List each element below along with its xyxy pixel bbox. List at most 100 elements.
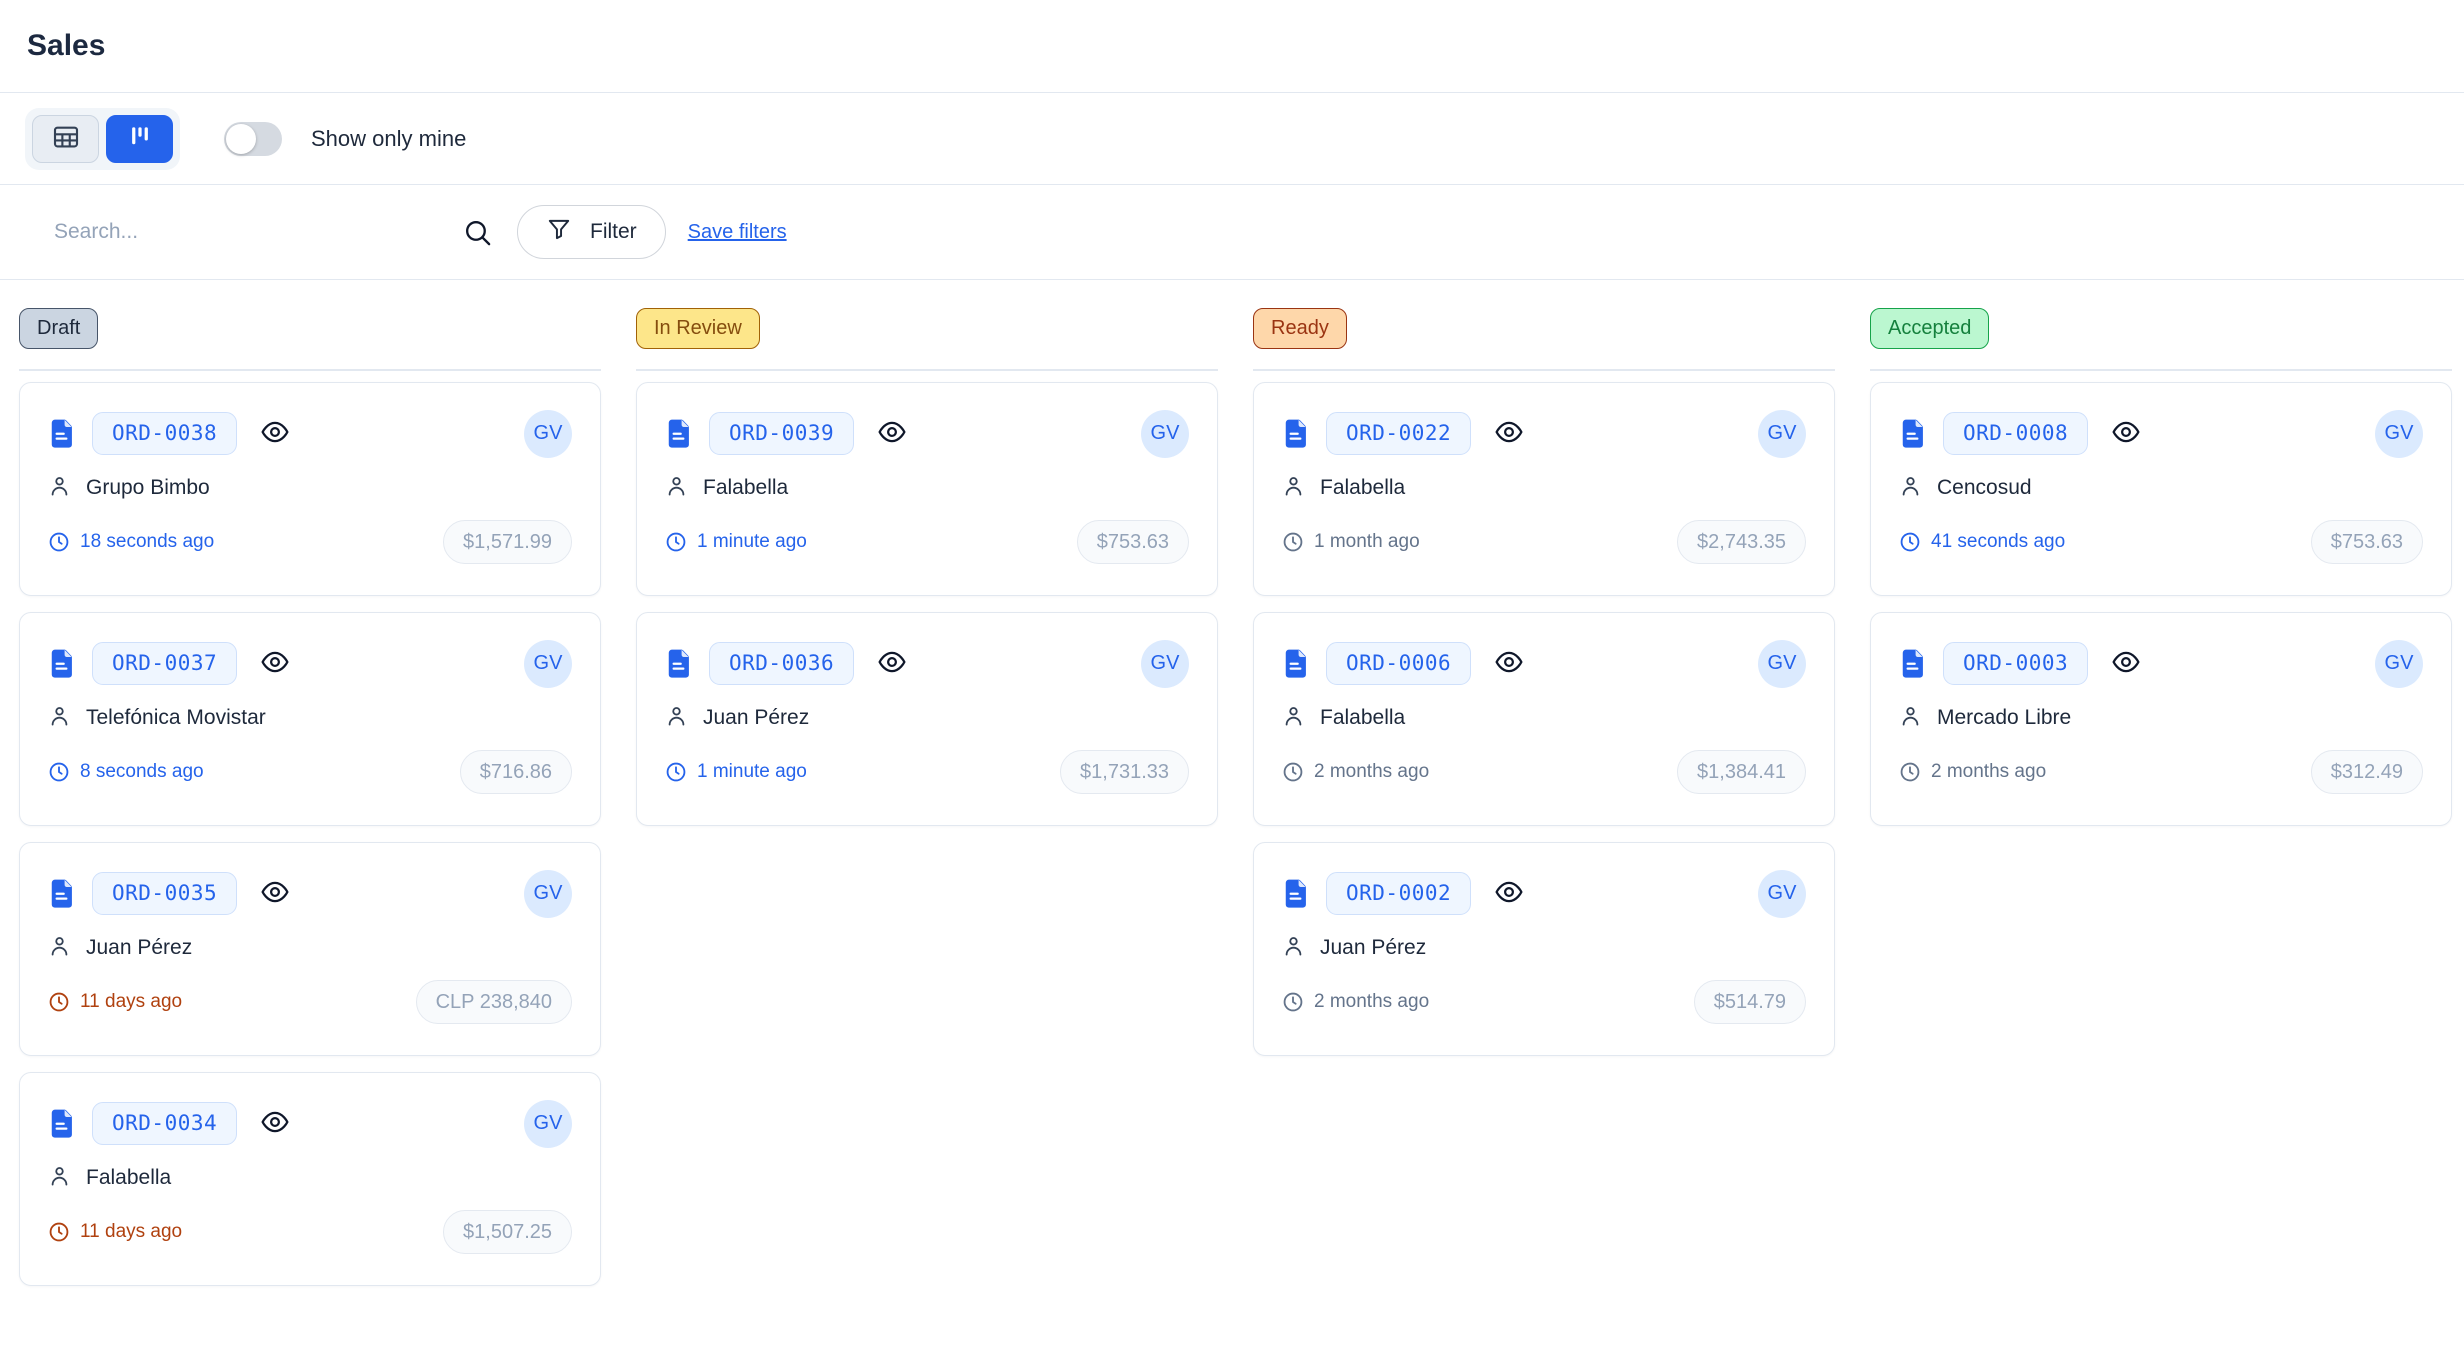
document-icon <box>1282 878 1309 909</box>
column-cards: ORD-0038GVGrupo Bimbo18 seconds ago$1,57… <box>19 382 601 1286</box>
assignee-avatar: GV <box>524 640 572 688</box>
view-toolbar: Show only mine <box>0 93 2464 185</box>
order-id-badge[interactable]: ORD-0038 <box>92 412 237 455</box>
funnel-icon <box>546 216 572 248</box>
preview-eye-button[interactable] <box>260 417 290 450</box>
search-input[interactable] <box>52 219 452 245</box>
customer-name: Falabella <box>703 476 788 500</box>
customer-name: Telefónica Movistar <box>86 706 266 730</box>
show-only-mine-toggle[interactable] <box>224 122 282 156</box>
kanban-board: DraftORD-0038GVGrupo Bimbo18 seconds ago… <box>0 280 2464 1286</box>
eye-icon <box>1494 877 1524 910</box>
order-card[interactable]: ORD-0022GVFalabella1 month ago$2,743.35 <box>1253 382 1835 596</box>
save-filters-link[interactable]: Save filters <box>688 221 787 244</box>
customer-row: Falabella <box>1282 704 1806 733</box>
order-card-header: ORD-0036GV <box>665 640 1189 688</box>
clock-icon <box>1282 991 1304 1013</box>
order-id-badge[interactable]: ORD-0006 <box>1326 642 1471 685</box>
order-card[interactable]: ORD-0036GVJuan Pérez1 minute ago$1,731.3… <box>636 612 1218 826</box>
customer-name: Juan Pérez <box>86 936 192 960</box>
preview-eye-button[interactable] <box>2111 647 2141 680</box>
time-ago-text: 2 months ago <box>1314 991 1429 1013</box>
order-id-badge[interactable]: ORD-0008 <box>1943 412 2088 455</box>
assignee-avatar: GV <box>2375 640 2423 688</box>
order-card[interactable]: ORD-0002GV Juan Pérez 2 months ago $514.79 <box>1253 842 1835 1056</box>
customer-name: Grupo Bimbo <box>86 476 210 500</box>
order-id-badge[interactable]: ORD-0034 <box>92 1102 237 1145</box>
order-card[interactable]: ORD-0037 GV Telefónica Movistar 8 seconds a… <box>19 612 601 826</box>
order-card[interactable]: ORD-0034GVFalabella11 days ago$1,507.25 <box>19 1072 601 1286</box>
amount-badge: $514.79 <box>1694 980 1806 1024</box>
customer-name: Falabella <box>1320 476 1405 500</box>
time-ago: 8 seconds ago <box>48 761 204 783</box>
preview-eye-button[interactable] <box>260 877 290 910</box>
page-header: Sales <box>0 0 2464 93</box>
person-icon <box>1899 704 1922 733</box>
table-icon <box>51 122 81 155</box>
order-card-header: ORD-0022GV <box>1282 410 1806 458</box>
order-id-badge[interactable]: ORD-0035 <box>92 872 237 915</box>
customer-name: Juan Pérez <box>703 706 809 730</box>
preview-eye-button[interactable] <box>877 647 907 680</box>
order-card[interactable]: ORD-0035GVJuan Pérez11 days agoCLP 238,8… <box>19 842 601 1056</box>
preview-eye-button[interactable] <box>1494 417 1524 450</box>
table-view-button[interactable] <box>32 115 99 163</box>
assignee-avatar: GV <box>2375 410 2423 458</box>
person-icon <box>1282 934 1305 963</box>
preview-eye-button[interactable] <box>877 417 907 450</box>
time-ago-text: 2 months ago <box>1931 761 2046 783</box>
customer-name: Mercado Libre <box>1937 706 2071 730</box>
assignee-avatar: GV <box>1758 640 1806 688</box>
time-ago: 18 seconds ago <box>48 531 214 553</box>
order-card-footer: 11 days agoCLP 238,840 <box>48 980 572 1024</box>
order-card[interactable]: ORD-0003 GV Mercado Libre 2 months ago $312.… <box>1870 612 2452 826</box>
order-card[interactable]: ORD-0006GVFalabella2 months ago$1,384.41 <box>1253 612 1835 826</box>
column-cards: ORD-0022GVFalabella1 month ago$2,743.35O… <box>1253 382 1835 1056</box>
customer-row: Juan Pérez <box>665 704 1189 733</box>
eye-icon <box>260 1107 290 1140</box>
order-id-badge[interactable]: ORD-0039 <box>709 412 854 455</box>
order-id-badge[interactable]: ORD-0036 <box>709 642 854 685</box>
time-ago-text: 41 seconds ago <box>1931 531 2065 553</box>
kanban-column-ready: ReadyORD-0022GVFalabella1 month ago$2,74… <box>1253 308 1835 1056</box>
eye-icon <box>1494 417 1524 450</box>
preview-eye-button[interactable] <box>1494 647 1524 680</box>
document-icon <box>48 878 75 909</box>
eye-icon <box>260 877 290 910</box>
order-card[interactable]: ORD-0039GVFalabella1 minute ago$753.63 <box>636 382 1218 596</box>
person-icon <box>48 704 71 733</box>
preview-eye-button[interactable] <box>1494 877 1524 910</box>
time-ago-text: 1 month ago <box>1314 531 1420 553</box>
person-icon <box>48 934 71 963</box>
order-card[interactable]: ORD-0038GV Grupo Bimbo 18 seconds ago $1,57… <box>19 382 601 596</box>
preview-eye-button[interactable] <box>260 1107 290 1140</box>
customer-name: Juan Pérez <box>1320 936 1426 960</box>
eye-icon <box>877 417 907 450</box>
preview-eye-button[interactable] <box>2111 417 2141 450</box>
kanban-column-accepted: AcceptedORD-0008GVCencosud41 seconds ago… <box>1870 308 2452 826</box>
customer-row: Falabella <box>665 474 1189 503</box>
preview-eye-button[interactable] <box>260 647 290 680</box>
order-card-header: ORD-0008 GV <box>1899 410 2423 458</box>
amount-badge: $312.49 <box>2311 750 2423 794</box>
amount-badge: $1,384.41 <box>1677 750 1806 794</box>
eye-icon <box>260 417 290 450</box>
customer-row: Mercado Libre <box>1899 704 2423 733</box>
order-id-badge[interactable]: ORD-0022 <box>1326 412 1471 455</box>
kanban-view-button[interactable] <box>106 115 173 163</box>
order-id-badge[interactable]: ORD-0037 <box>92 642 237 685</box>
customer-row: Juan Pérez <box>48 934 572 963</box>
order-card-header: ORD-0002GV <box>1282 870 1806 918</box>
order-card-header: ORD-0038GV <box>48 410 572 458</box>
order-id-badge[interactable]: ORD-0002 <box>1326 872 1471 915</box>
assignee-avatar: GV <box>524 1100 572 1148</box>
filter-button[interactable]: Filter <box>517 205 666 259</box>
person-icon <box>48 1164 71 1193</box>
time-ago-text: 18 seconds ago <box>80 531 214 553</box>
eye-icon <box>2111 647 2141 680</box>
amount-badge: $1,571.99 <box>443 520 572 564</box>
order-id-badge[interactable]: ORD-0003 <box>1943 642 2088 685</box>
order-card[interactable]: ORD-0008GVCencosud41 seconds ago$753.63 <box>1870 382 2452 596</box>
amount-badge: $1,731.33 <box>1060 750 1189 794</box>
column-status-badge: Draft <box>19 308 98 349</box>
